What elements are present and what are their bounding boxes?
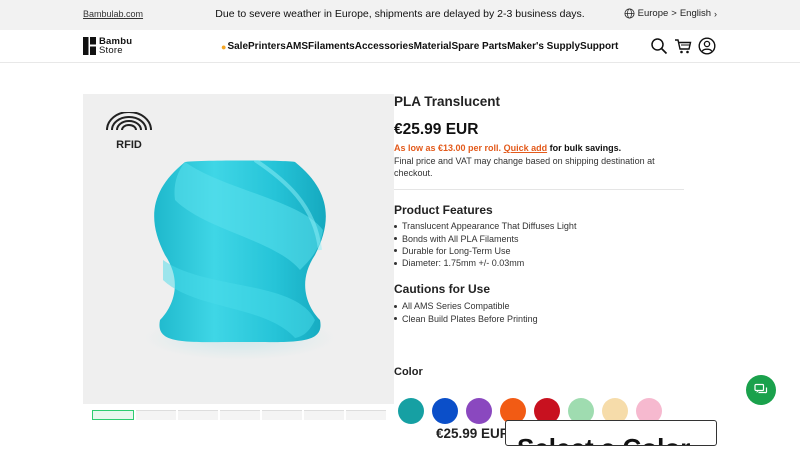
product-title: PLA Translucent xyxy=(394,94,501,109)
list-item: Bonds with All PLA Filaments xyxy=(394,232,576,244)
chevron-right-icon: › xyxy=(714,8,717,19)
list-item: Clean Build Plates Before Printing xyxy=(394,312,538,324)
cautions-heading: Cautions for Use xyxy=(394,282,491,296)
product-image-gallery[interactable]: RFID xyxy=(83,94,394,404)
bulk-savings-text: for bulk savings. xyxy=(549,143,622,153)
list-item: Translucent Appearance That Diffuses Lig… xyxy=(394,220,576,232)
nav-item-material[interactable]: Material xyxy=(414,41,452,52)
locale-selector[interactable]: Europe > English › xyxy=(624,8,717,19)
nav-item-spare-parts[interactable]: Spare Parts xyxy=(451,41,507,52)
nav-item-support[interactable]: Support xyxy=(580,41,618,52)
divider xyxy=(394,189,684,190)
select-color-button[interactable]: Select a Color xyxy=(505,420,717,446)
gallery-thumbnails xyxy=(92,410,386,420)
color-swatch[interactable] xyxy=(432,398,458,424)
locale-separator: > xyxy=(671,8,677,19)
bulk-savings: As low as €13.00 per roll. Quick add for… xyxy=(394,143,621,153)
thumbnail[interactable] xyxy=(178,410,218,420)
nav-label: Accessories xyxy=(354,41,414,52)
final-price-note: Final price and VAT may change based on … xyxy=(394,156,655,178)
nav-label: Material xyxy=(413,41,452,52)
chat-icon xyxy=(754,383,768,394)
thumbnail[interactable] xyxy=(92,410,134,420)
nav-item-filaments[interactable]: Filaments xyxy=(308,41,355,52)
main-nav: ● Sale Printers AMS Filaments Accessories… xyxy=(221,41,618,52)
chat-button[interactable] xyxy=(746,375,776,405)
nav-label: Maker's Supply xyxy=(507,41,581,52)
features-list: Translucent Appearance That Diffuses Lig… xyxy=(394,220,576,270)
product-price: €25.99 EUR xyxy=(394,121,479,138)
product-info: PLA Translucent €25.99 EUR As low as €13… xyxy=(394,94,684,424)
nav-label: Filaments xyxy=(308,41,355,52)
cautions-list: All AMS Series Compatible Clean Build Pl… xyxy=(394,300,538,325)
site-header: Bambu Store ● Sale Printers AMS Filaments… xyxy=(0,30,800,63)
thumbnail[interactable] xyxy=(220,410,260,420)
thumbnail[interactable] xyxy=(262,410,302,420)
announcement-bar: Bambulab.com Due to severe weather in Eu… xyxy=(0,0,800,30)
bambu-logo-mark-icon xyxy=(83,37,96,55)
nav-item-accessories[interactable]: Accessories xyxy=(355,41,414,52)
nav-item-ams[interactable]: AMS xyxy=(286,41,308,52)
list-item: All AMS Series Compatible xyxy=(394,300,538,312)
nav-label: Spare Parts xyxy=(451,41,508,52)
color-label: Color xyxy=(394,366,423,378)
globe-icon xyxy=(624,8,635,19)
nav-item-printers[interactable]: Printers xyxy=(248,41,286,52)
thumbnail[interactable] xyxy=(346,410,386,420)
nav-label: Sale xyxy=(227,41,249,52)
header-actions xyxy=(650,37,716,55)
cart-icon[interactable] xyxy=(674,37,692,55)
bulk-low-price: As low as €13.00 per roll. xyxy=(394,143,502,153)
thumbnail[interactable] xyxy=(304,410,344,420)
nav-label: AMS xyxy=(285,41,309,52)
select-color-label: Select a Color xyxy=(517,433,690,445)
nav-label: Support xyxy=(580,41,619,52)
thumbnail[interactable] xyxy=(136,410,176,420)
nav-item-sale[interactable]: ● Sale xyxy=(221,41,248,52)
sticky-price: €25.99 EUR xyxy=(436,426,510,441)
filament-spool-image xyxy=(145,160,335,360)
list-item: Diameter: 1.75mm +/- 0.03mm xyxy=(394,257,576,269)
features-heading: Product Features xyxy=(394,203,493,217)
nav-label: Printers xyxy=(248,41,286,52)
color-swatch[interactable] xyxy=(398,398,424,424)
region-label: Europe xyxy=(637,8,669,19)
color-swatch[interactable] xyxy=(466,398,492,424)
rfid-text: RFID xyxy=(116,139,142,151)
account-icon[interactable] xyxy=(698,37,716,55)
search-icon[interactable] xyxy=(650,37,668,55)
quick-add-link[interactable]: Quick add xyxy=(504,143,548,153)
rfid-badge-icon: RFID xyxy=(106,112,152,151)
logo-line2: Store xyxy=(99,45,123,56)
flame-icon: ● xyxy=(221,41,227,52)
list-item: Durable for Long-Term Use xyxy=(394,245,576,257)
nav-item-makers-supply[interactable]: Maker's Supply xyxy=(507,41,580,52)
bambu-store-logo[interactable]: Bambu Store xyxy=(83,37,132,55)
language-label: English xyxy=(679,8,711,19)
